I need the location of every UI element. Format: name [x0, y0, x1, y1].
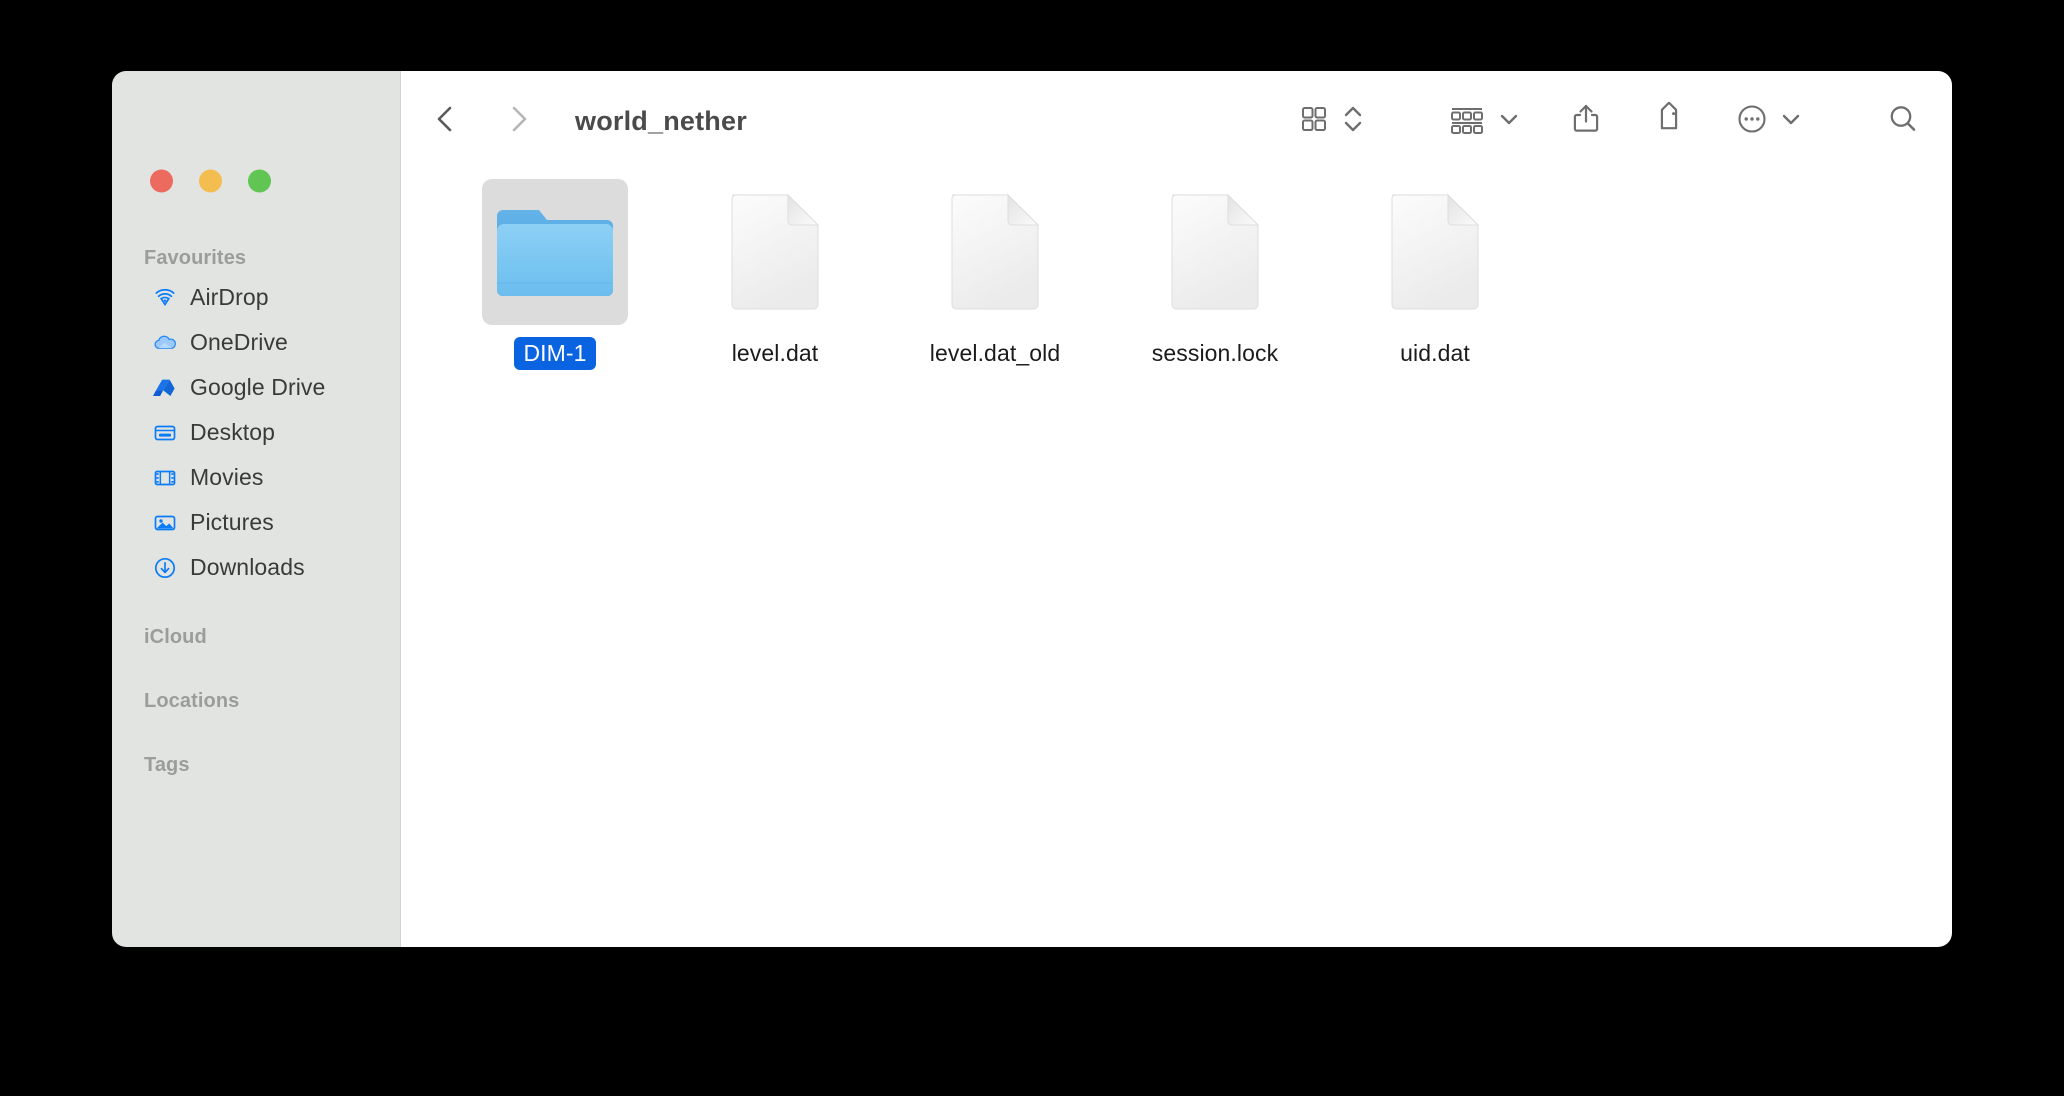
file-item-document[interactable]: level.dat_old — [885, 179, 1105, 370]
file-label: DIM-1 — [514, 337, 596, 370]
pictures-photo-icon — [152, 510, 178, 536]
sidebar-item-pictures[interactable]: Pictures — [124, 500, 388, 545]
chevron-right-icon — [503, 102, 533, 141]
document-icon — [1166, 189, 1264, 316]
group-by-icon — [1448, 103, 1486, 140]
sidebar-item-airdrop[interactable]: AirDrop — [124, 275, 388, 320]
sidebar-sections: Favourites AirDrop OneDrive Google Drive… — [112, 241, 400, 782]
group-by-button[interactable] — [1442, 95, 1492, 147]
onedrive-cloud-icon — [152, 330, 178, 356]
file-item-document[interactable]: uid.dat — [1325, 179, 1545, 370]
sidebar-item-desktop[interactable]: Desktop — [124, 410, 388, 455]
toolbar: world_nether — [401, 71, 1952, 171]
document-icon — [726, 189, 824, 316]
back-button[interactable] — [423, 98, 469, 144]
sidebar-section-locations-header: Locations — [144, 690, 240, 712]
chevron-down-icon — [1780, 108, 1802, 135]
file-item-folder[interactable]: DIM-1 — [445, 179, 665, 370]
downloads-arrow-icon — [152, 555, 178, 581]
sidebar-section-tags-header: Tags — [144, 754, 190, 776]
more-options-chevron-button[interactable] — [1774, 95, 1808, 147]
sidebar-item-label: Movies — [190, 464, 264, 490]
file-item-document[interactable]: level.dat — [665, 179, 885, 370]
traffic-light-buttons — [150, 169, 271, 193]
maximize-button[interactable] — [248, 169, 271, 193]
file-label: uid.dat — [1400, 340, 1470, 366]
sidebar-section-icloud-header: iCloud — [144, 626, 207, 648]
airdrop-icon — [152, 285, 178, 311]
document-icon-container — [1362, 179, 1508, 325]
document-icon — [1386, 189, 1484, 316]
group-by-chevron-button[interactable] — [1492, 95, 1526, 147]
view-grid-button[interactable] — [1292, 95, 1336, 147]
share-icon — [1570, 102, 1602, 141]
chevron-left-icon — [431, 102, 461, 141]
search-icon — [1886, 102, 1920, 141]
ellipsis-circle-icon — [1736, 103, 1768, 140]
more-options-button[interactable] — [1730, 95, 1774, 147]
folder-icon-container — [482, 179, 628, 325]
minimize-button[interactable] — [199, 169, 222, 193]
google-drive-icon — [152, 375, 178, 401]
document-icon-container — [922, 179, 1068, 325]
folder-icon — [493, 198, 617, 307]
sidebar-item-google-drive[interactable]: Google Drive — [124, 365, 388, 410]
sidebar-item-movies[interactable]: Movies — [124, 455, 388, 500]
document-icon — [946, 189, 1044, 316]
tag-icon — [1652, 101, 1686, 141]
forward-button[interactable] — [495, 98, 541, 144]
sidebar-item-label: Pictures — [190, 509, 274, 535]
document-icon-container — [702, 179, 848, 325]
sidebar-item-label: Google Drive — [190, 374, 326, 400]
chevron-up-down-icon — [1342, 102, 1364, 141]
sidebar-item-label: AirDrop — [190, 284, 269, 310]
file-label: session.lock — [1151, 340, 1279, 366]
finder-window: Favourites AirDrop OneDrive Google Drive… — [112, 71, 1952, 947]
sidebar-item-label: OneDrive — [190, 329, 288, 355]
view-stepper-button[interactable] — [1336, 95, 1370, 147]
share-button[interactable] — [1564, 95, 1608, 147]
tag-button[interactable] — [1646, 95, 1692, 147]
toolbar-actions — [1292, 71, 1926, 171]
page-title: world_nether — [575, 105, 747, 136]
file-grid: DIM-1 level.dat level.dat_old session.lo… — [445, 179, 1952, 370]
document-icon-container — [1142, 179, 1288, 325]
sidebar-item-onedrive[interactable]: OneDrive — [124, 320, 388, 365]
close-button[interactable] — [150, 169, 173, 193]
file-label: level.dat — [731, 340, 819, 366]
content-pane: world_nether DIM-1 level.dat level.dat_o… — [401, 71, 1952, 947]
movies-film-icon — [152, 465, 178, 491]
sidebar-item-label: Downloads — [190, 554, 305, 580]
file-item-document[interactable]: session.lock — [1105, 179, 1325, 370]
sidebar-item-downloads[interactable]: Downloads — [124, 545, 388, 590]
file-label: level.dat_old — [929, 340, 1061, 366]
chevron-down-icon — [1498, 108, 1520, 135]
icon-view-grid-icon — [1298, 103, 1330, 140]
sidebar-item-label: Desktop — [190, 419, 276, 445]
sidebar-section-favourites-header: Favourites — [144, 247, 247, 269]
search-button[interactable] — [1880, 95, 1926, 147]
sidebar: Favourites AirDrop OneDrive Google Drive… — [112, 71, 401, 947]
desktop-icon — [152, 420, 178, 446]
